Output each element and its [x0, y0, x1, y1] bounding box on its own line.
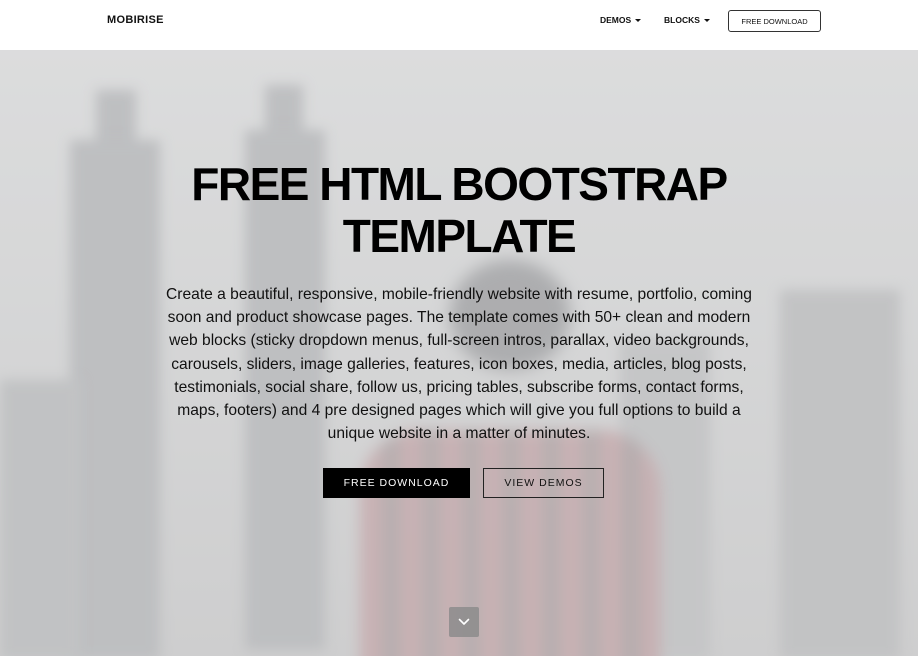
hero-title-line: TEMPLATE	[342, 210, 577, 262]
top-navbar: MOBIRISE DEMOS BLOCKS FREE DOWNLOAD	[0, 0, 918, 50]
hero-title-line: FREE HTML BOOTSTRAP	[191, 158, 728, 210]
hero-section: FREE HTML BOOTSTRAP TEMPLATE Create a be…	[0, 50, 918, 656]
hero-description: Create a beautiful, responsive, mobile-f…	[166, 286, 752, 443]
nav-blocks-label: BLOCKS	[664, 15, 700, 25]
brand-logo[interactable]: MOBIRISE	[107, 14, 164, 26]
caret-down-icon	[635, 18, 642, 22]
nav-demos-label: DEMOS	[600, 15, 632, 25]
view-demos-button[interactable]: VIEW DEMOS	[483, 468, 604, 498]
scroll-down-button[interactable]	[449, 607, 479, 637]
caret-down-icon	[703, 18, 710, 22]
hero-title: FREE HTML BOOTSTRAP TEMPLATE	[109, 158, 809, 262]
free-download-button[interactable]: FREE DOWNLOAD	[323, 468, 470, 498]
nav-blocks-dropdown[interactable]: BLOCKS	[664, 15, 710, 25]
chevron-down-icon	[458, 618, 470, 625]
nav-demos-dropdown[interactable]: DEMOS	[600, 15, 642, 25]
header-download-button[interactable]: FREE DOWNLOAD	[728, 10, 821, 32]
